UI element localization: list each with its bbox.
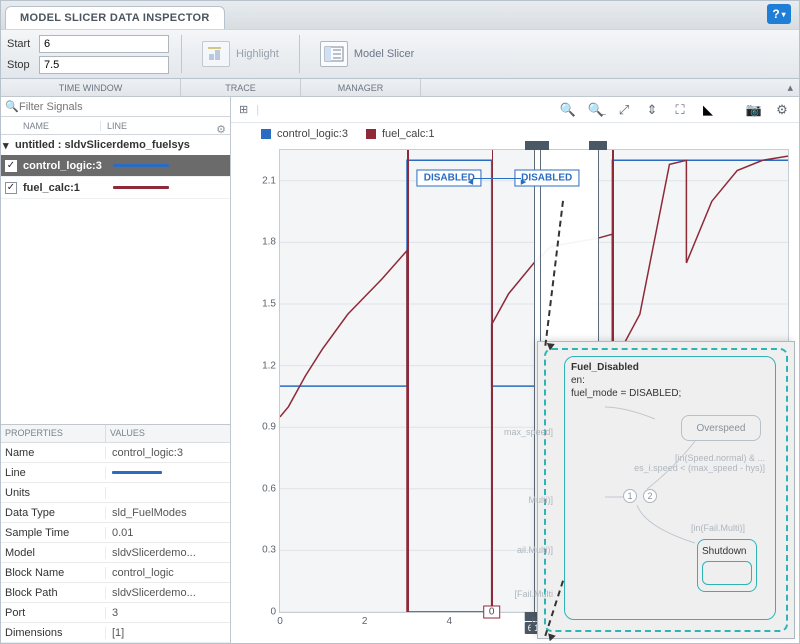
start-label: Start bbox=[7, 38, 35, 50]
section-time-window: TIME WINDOW bbox=[1, 79, 181, 96]
fit-icon[interactable]: ⛶ bbox=[671, 102, 689, 118]
property-row: Dimensions[1] bbox=[1, 623, 230, 643]
collapse-toolstrip-icon[interactable]: ▴ bbox=[787, 81, 793, 94]
stateflow-callout: Fuel_Disabled en: fuel_mode = DISABLED; … bbox=[537, 341, 795, 639]
property-row: Namecontrol_logic:3 bbox=[1, 443, 230, 463]
legend-item: fuel_calc:1 bbox=[366, 128, 435, 140]
gear-icon[interactable]: ⚙ bbox=[216, 123, 226, 136]
help-button[interactable]: ?▾ bbox=[767, 4, 791, 24]
property-row: Block Namecontrol_logic bbox=[1, 563, 230, 583]
filter-input[interactable] bbox=[19, 101, 226, 113]
model-slicer-icon bbox=[320, 41, 348, 67]
window-title: MODEL SLICER DATA INSPECTOR bbox=[5, 6, 225, 29]
zoom-y-icon[interactable]: ⇕ bbox=[643, 102, 661, 118]
signal-row[interactable]: ✓ fuel_calc:1 bbox=[1, 177, 230, 199]
cursor-icon[interactable]: ◣ bbox=[699, 102, 717, 118]
search-icon: 🔍 bbox=[5, 100, 19, 113]
property-row: Block PathsldvSlicerdemo... bbox=[1, 583, 230, 603]
col-line: LINE⚙ bbox=[101, 121, 230, 131]
props-header-v: VALUES bbox=[106, 425, 230, 442]
highlight-button[interactable]: Highlight bbox=[194, 37, 287, 71]
property-row: Sample Time0.01 bbox=[1, 523, 230, 543]
col-name: NAME bbox=[1, 121, 101, 131]
model-slicer-button[interactable]: Model Slicer bbox=[312, 37, 423, 71]
settings-icon[interactable]: ⚙ bbox=[773, 102, 791, 118]
legend-item: control_logic:3 bbox=[261, 128, 348, 140]
property-row: ModelsldvSlicerdemo... bbox=[1, 543, 230, 563]
stop-label: Stop bbox=[7, 59, 35, 71]
props-header-k: PROPERTIES bbox=[1, 425, 106, 442]
section-manager: MANAGER bbox=[301, 79, 421, 96]
stop-input[interactable] bbox=[39, 56, 169, 74]
property-row: Data Typesld_FuelModes bbox=[1, 503, 230, 523]
highlight-icon bbox=[202, 41, 230, 67]
tree-root[interactable]: ▾untitled : sldvSlicerdemo_fuelsys bbox=[1, 135, 230, 155]
property-row: Units bbox=[1, 483, 230, 503]
section-trace: TRACE bbox=[181, 79, 301, 96]
snapshot-icon[interactable]: 📷 bbox=[745, 102, 763, 118]
zoom-in-icon[interactable]: 🔍 bbox=[559, 102, 577, 118]
zoom-time-icon[interactable]: ⤢ bbox=[615, 102, 633, 118]
property-row: Line bbox=[1, 463, 230, 483]
zoom-out-icon[interactable]: 🔍− bbox=[587, 102, 605, 118]
grid-layout-icon[interactable]: ⊞ bbox=[239, 103, 246, 116]
toolstrip: Start Stop Highlight Model Slicer bbox=[1, 29, 799, 79]
signal-row[interactable]: ✓ control_logic:3 bbox=[1, 155, 230, 177]
start-input[interactable] bbox=[39, 35, 169, 53]
property-row: Port3 bbox=[1, 603, 230, 623]
